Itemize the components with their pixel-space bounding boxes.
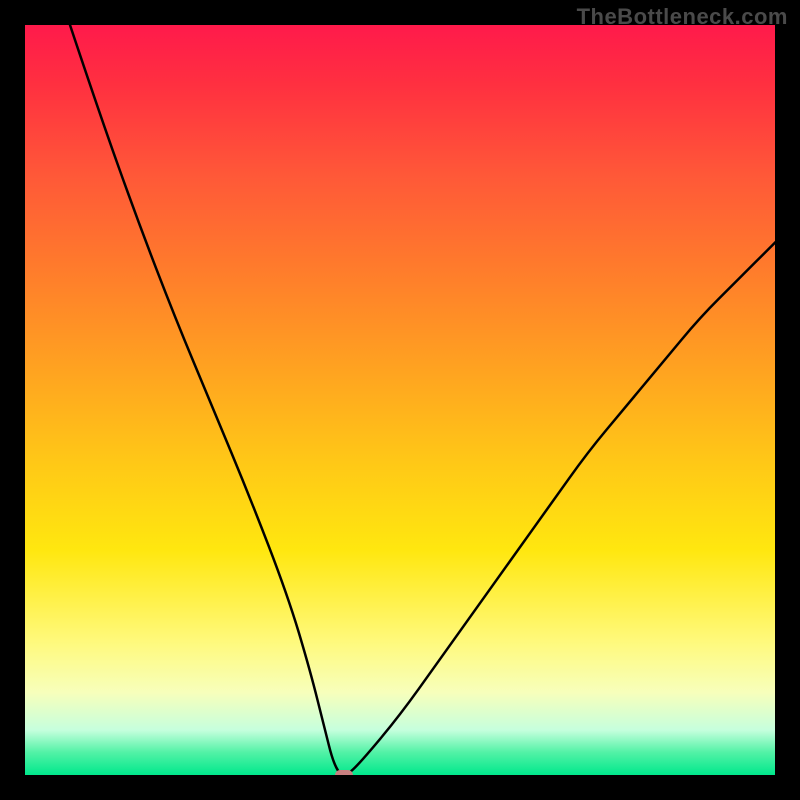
plot-area <box>25 25 775 775</box>
bottleneck-curve <box>25 25 775 775</box>
watermark-text: TheBottleneck.com <box>577 4 788 30</box>
chart-frame: TheBottleneck.com <box>0 0 800 800</box>
minimum-marker <box>335 770 353 775</box>
